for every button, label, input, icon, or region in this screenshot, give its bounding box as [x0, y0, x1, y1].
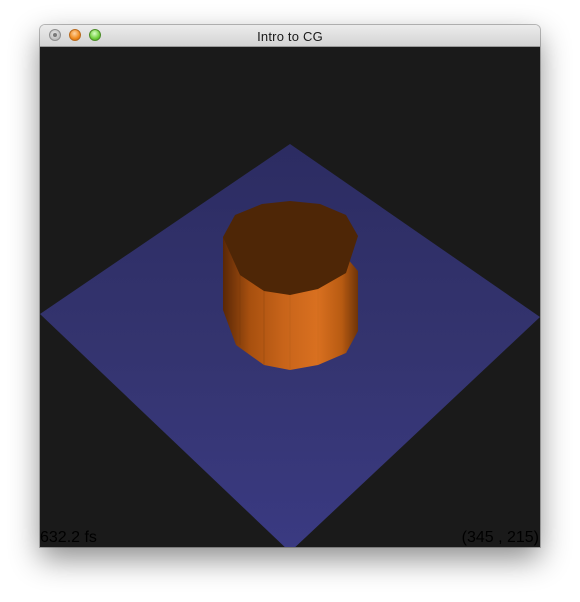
- mouse-coordinates: (345 , 215): [461, 529, 539, 546]
- app-window: Intro to CG 632.2 fs (345 , 215): [40, 25, 540, 547]
- title-bar[interactable]: Intro to CG: [40, 25, 540, 47]
- cylinder: [223, 201, 358, 370]
- gl-viewport[interactable]: 632.2 fs (345 , 215): [40, 47, 540, 547]
- fps-readout: 632.2 fs: [40, 529, 97, 546]
- window-title: Intro to CG: [257, 29, 323, 44]
- scene-canvas: [40, 144, 540, 547]
